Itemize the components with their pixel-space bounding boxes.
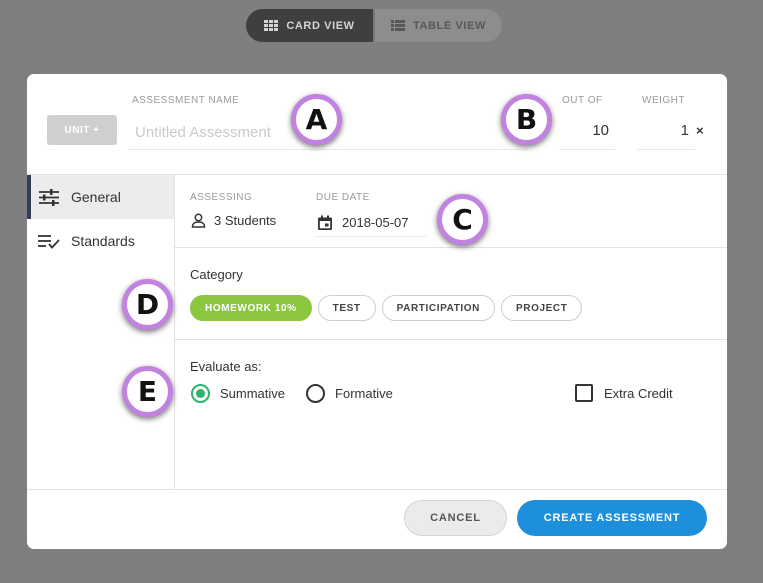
modal-header: UNIT + ASSESSMENT NAME OUT OF 10 WEIGHT … (27, 74, 727, 175)
callout-marker-d: D (122, 279, 173, 330)
checklist-icon (37, 232, 61, 250)
person-icon (191, 213, 206, 228)
sidebar-item-standards[interactable]: Standards (27, 219, 174, 263)
sliders-icon (37, 188, 61, 206)
callout-marker-c: C (437, 194, 488, 245)
grid-icon (264, 20, 279, 31)
table-view-button[interactable]: TABLE VIEW (373, 9, 502, 42)
callout-marker-a: A (291, 94, 342, 145)
category-chip-project[interactable]: PROJECT (500, 295, 583, 321)
add-unit-button[interactable]: UNIT + (47, 115, 117, 145)
sidebar-item-general[interactable]: General (27, 175, 174, 219)
due-date-field[interactable]: 2018-05-07 (315, 209, 427, 237)
extra-credit-option: Extra Credit (575, 384, 673, 402)
modal-footer: CANCEL CREATE ASSESSMENT (27, 489, 727, 549)
category-chips: HOMEWORK 10% TEST PARTICIPATION PROJECT (190, 295, 583, 321)
assessment-name-label: ASSESSMENT NAME (132, 95, 240, 106)
create-assessment-button[interactable]: CREATE ASSESSMENT (517, 500, 707, 536)
view-toggle: CARD VIEW TABLE VIEW (246, 9, 502, 42)
calendar-icon (318, 215, 332, 230)
list-icon (390, 20, 405, 31)
category-chip-participation[interactable]: PARTICIPATION (381, 295, 495, 321)
cancel-button[interactable]: CANCEL (404, 500, 507, 536)
category-section: Category HOMEWORK 10% TEST PARTICIPATION… (175, 248, 727, 340)
formative-radio[interactable] (306, 384, 326, 403)
category-chip-homework[interactable]: HOMEWORK 10% (190, 295, 312, 321)
summative-radio[interactable] (191, 384, 210, 403)
weight-label: WEIGHT (642, 95, 685, 106)
formative-label: Formative (335, 386, 393, 401)
due-date-value: 2018-05-07 (342, 215, 409, 230)
weight-field[interactable]: 1 (637, 115, 695, 150)
callout-marker-e: E (122, 366, 173, 417)
assessing-label: ASSESSING (190, 192, 253, 203)
summative-label: Summative (220, 386, 286, 401)
evaluate-options: Summative Formative (191, 384, 393, 403)
assessing-value: 3 Students (214, 213, 277, 228)
category-title: Category (190, 267, 243, 282)
sidebar: General Standards (27, 175, 175, 489)
extra-credit-checkbox[interactable] (575, 384, 593, 402)
due-date-label: DUE DATE (316, 192, 370, 203)
extra-credit-label: Extra Credit (604, 385, 673, 401)
evaluate-title: Evaluate as: (190, 359, 262, 374)
sidebar-item-label: Standards (71, 233, 135, 249)
sidebar-item-label: General (71, 189, 121, 205)
callout-marker-b: B (501, 94, 552, 145)
out-of-label: OUT OF (562, 95, 603, 106)
table-view-label: TABLE VIEW (412, 19, 486, 32)
assessing-selector[interactable]: 3 Students (191, 213, 276, 228)
out-of-field[interactable]: 10 (559, 115, 615, 150)
card-view-button[interactable]: CARD VIEW (246, 9, 373, 42)
weight-clear-icon[interactable]: × (696, 123, 704, 138)
card-view-label: CARD VIEW (286, 19, 355, 32)
category-chip-test[interactable]: TEST (317, 295, 376, 321)
evaluate-section: Evaluate as: Summative Formative Extra C… (175, 340, 727, 489)
